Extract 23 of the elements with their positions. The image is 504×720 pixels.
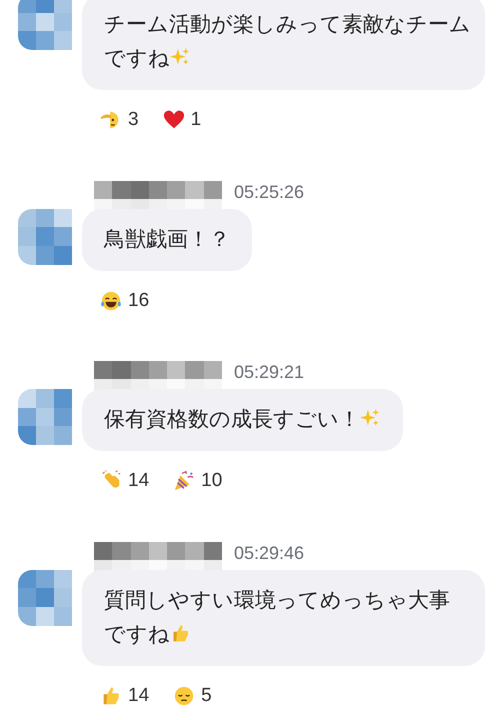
reaction-button[interactable]: 10 xyxy=(173,467,222,496)
avatar xyxy=(18,570,72,626)
message-time: 05:29:21 xyxy=(234,361,304,383)
reaction-button[interactable]: 14 xyxy=(100,682,150,710)
message-text: ですね xyxy=(104,622,170,646)
reaction-button[interactable]: 14 xyxy=(100,467,150,496)
message-text: ですね xyxy=(104,47,170,70)
avatar xyxy=(18,0,72,50)
party-popper-icon xyxy=(173,470,196,492)
message-time: 05:25:26 xyxy=(234,180,304,202)
avatar xyxy=(18,389,72,445)
message-text: チーム活動が楽しみって素敵なチーム xyxy=(104,13,471,36)
reaction-button[interactable]: 3 xyxy=(100,106,139,134)
message-time: 05:29:46 xyxy=(234,542,304,564)
laughing-face-icon xyxy=(100,290,122,312)
pensive-face-icon xyxy=(173,684,196,707)
message-text: 鳥獣戯画！？ xyxy=(104,228,230,250)
message-text: 質問しやすい環境ってめっちゃ大事 xyxy=(104,588,450,612)
message-text: 保有資格数の成長すごい！ xyxy=(104,408,360,431)
reaction-button[interactable]: 1 xyxy=(162,106,202,134)
reaction-button[interactable]: 5 xyxy=(173,682,212,710)
avatar xyxy=(18,208,72,264)
reaction-button[interactable]: 16 xyxy=(100,286,150,315)
